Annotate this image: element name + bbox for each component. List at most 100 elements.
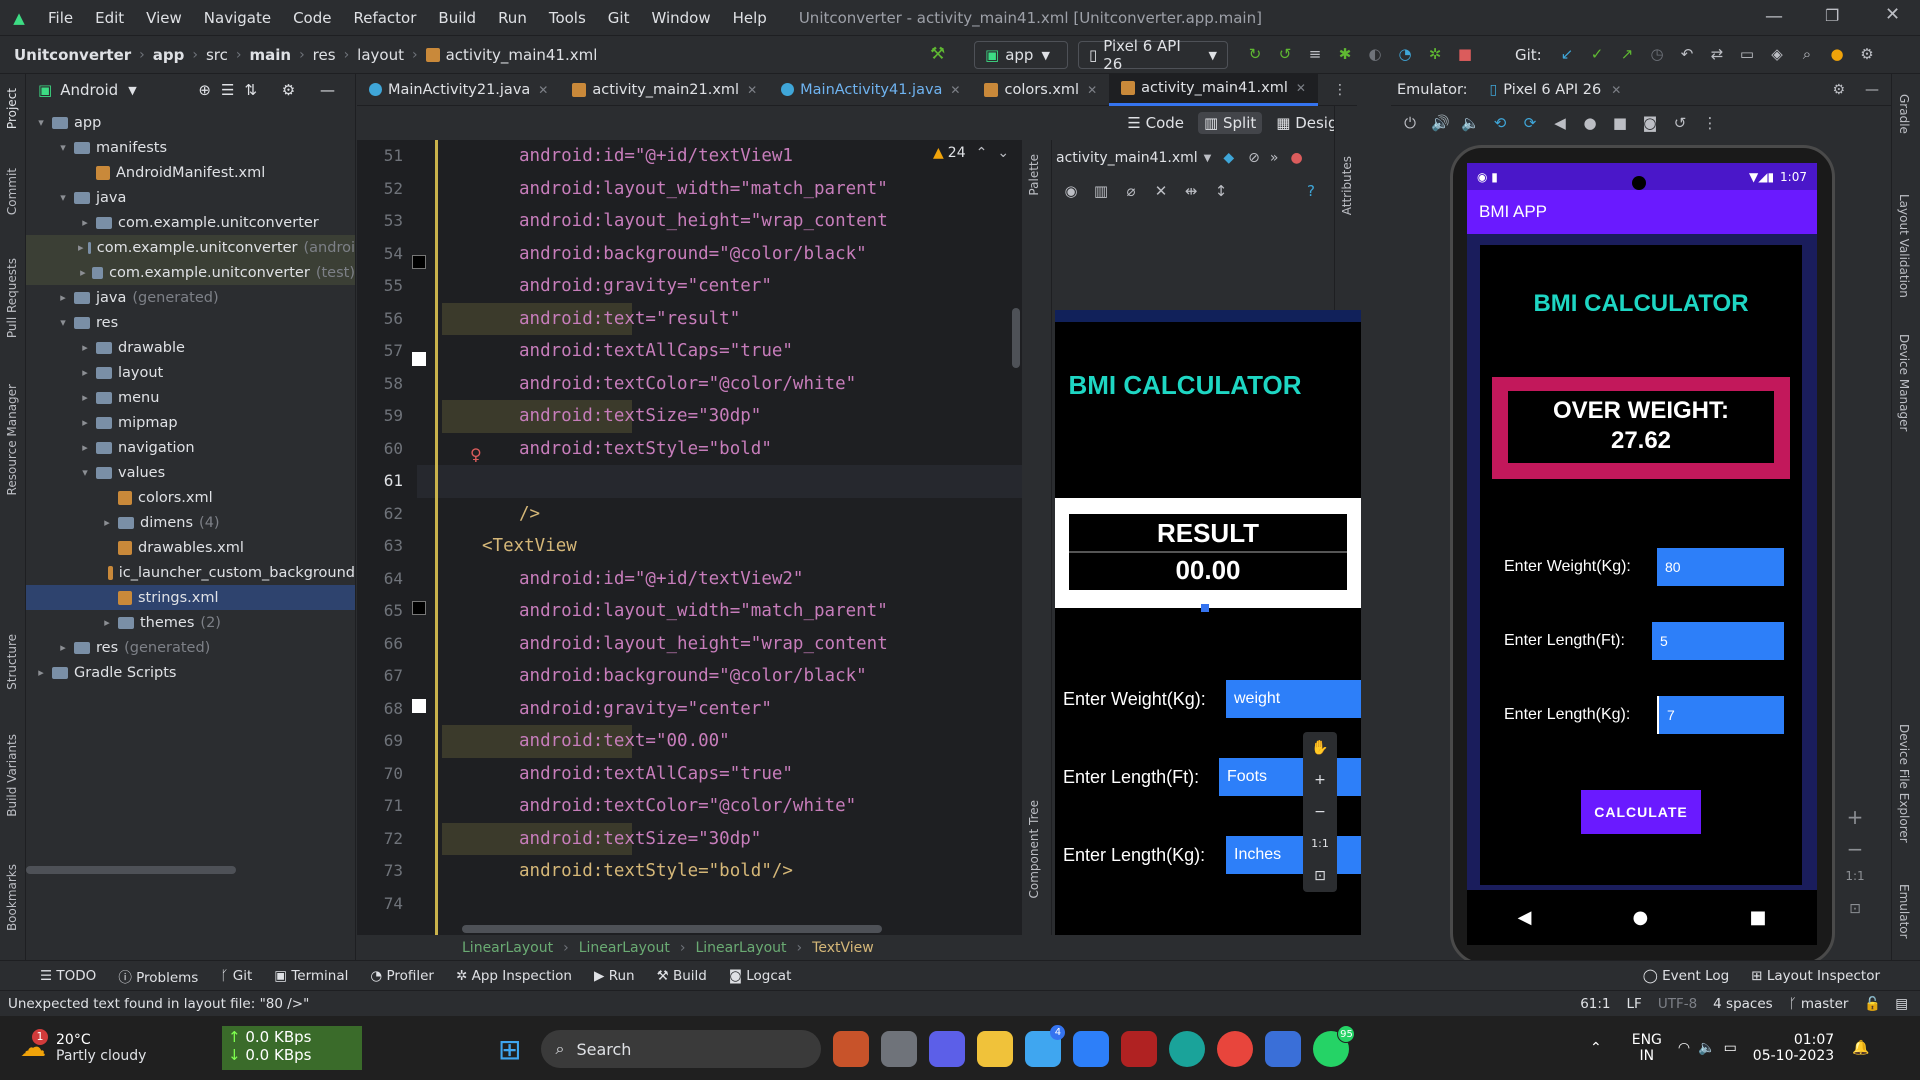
chevron-icon[interactable]: ▾: [56, 316, 70, 329]
git-update-icon[interactable]: ↙: [1558, 45, 1576, 63]
code-line[interactable]: android:textAllCaps="true": [442, 758, 1022, 791]
android-studio-app-icon[interactable]: [1265, 1031, 1302, 1067]
breadcrumb-res[interactable]: res: [313, 46, 336, 64]
tool-emulator[interactable]: Emulator: [1897, 884, 1911, 939]
tree-item[interactable]: ▸ navigation: [26, 435, 355, 460]
zoom-fit-icon[interactable]: ⊡: [1840, 901, 1870, 933]
menu-build[interactable]: Build: [438, 9, 476, 27]
tree-item[interactable]: ▸ com.example.unitconverter (androi: [26, 235, 355, 260]
home-icon[interactable]: ●: [1581, 114, 1599, 132]
breadcrumb-main[interactable]: main: [249, 46, 291, 64]
inspection-widget[interactable]: ▲ 24 ⌃ ⌄: [927, 145, 1016, 161]
tab-activity-main41[interactable]: activity_main41.xml ✕: [1109, 73, 1318, 106]
pack-horizontal-icon[interactable]: ⇹: [1182, 182, 1200, 200]
weather-widget[interactable]: ☁ 1 20°C Partly cloudy: [20, 1026, 146, 1070]
tree-item[interactable]: AndroidManifest.xml: [26, 160, 355, 185]
volume-down-icon[interactable]: 🔈: [1461, 114, 1480, 132]
help-icon[interactable]: ?: [1302, 182, 1320, 200]
horizontal-scrollbar[interactable]: [462, 925, 882, 933]
breadcrumb-src[interactable]: src: [206, 46, 228, 64]
pan-icon[interactable]: ✋: [1303, 732, 1337, 764]
chevron-icon[interactable]: ▸: [78, 366, 92, 379]
tree-item[interactable]: ▸ drawable: [26, 335, 355, 360]
indent-setting[interactable]: 4 spaces: [1713, 996, 1773, 1012]
device-select[interactable]: ▯ Pixel 6 API 26 ▼: [1078, 37, 1228, 73]
tool-component-tree[interactable]: Component Tree: [1027, 800, 1041, 898]
code-line[interactable]: android:background="@color/black": [442, 660, 1022, 693]
tool-attributes[interactable]: Attributes: [1340, 156, 1354, 215]
chevron-icon[interactable]: ▸: [100, 516, 114, 529]
speaker-icon[interactable]: 🔈: [1698, 1040, 1715, 1056]
menu-edit[interactable]: Edit: [95, 9, 124, 27]
power-icon[interactable]: ⏻: [1401, 114, 1419, 132]
code-line[interactable]: android:gravity="center": [442, 693, 1022, 726]
tool-project[interactable]: Project: [5, 88, 19, 129]
close-tab-icon[interactable]: ✕: [538, 83, 548, 97]
tree-item[interactable]: ▾ res: [26, 310, 355, 335]
more-options-icon[interactable]: ⋮: [1701, 114, 1719, 132]
tree-item[interactable]: colors.xml: [26, 485, 355, 510]
close-tab-icon[interactable]: ✕: [950, 83, 960, 97]
device-manager-icon[interactable]: ▭: [1738, 45, 1756, 63]
tree-item[interactable]: ▸ res (generated): [26, 635, 355, 660]
code-line[interactable]: android:textSize="30dp": [442, 400, 1022, 433]
debug-icon[interactable]: ✱: [1336, 45, 1354, 63]
tree-item[interactable]: ▸ dimens (4): [26, 510, 355, 535]
code-line[interactable]: android:textStyle="bold": [442, 433, 1022, 466]
tool-logcat[interactable]: ◙ Logcat: [729, 968, 792, 984]
menu-run[interactable]: Run: [498, 9, 527, 27]
xml-crumb-2[interactable]: LinearLayout: [579, 940, 670, 956]
inches-input[interactable]: 7: [1657, 696, 1784, 734]
rollback-icon[interactable]: ↶: [1678, 45, 1696, 63]
horizontal-scrollbar[interactable]: [26, 866, 236, 874]
chevron-icon[interactable]: ▸: [56, 291, 70, 304]
rotate-left-icon[interactable]: ⟲: [1491, 114, 1509, 132]
more-tabs-icon[interactable]: ⋮: [1333, 82, 1347, 98]
code-line[interactable]: android:background="@color/black": [442, 238, 1022, 271]
clock[interactable]: 01:07 05-10-2023: [1753, 1032, 1834, 1064]
tab-mainactivity21[interactable]: MainActivity21.java ✕: [357, 74, 560, 106]
menu-navigate[interactable]: Navigate: [204, 9, 271, 27]
tree-item[interactable]: ▾ app: [26, 110, 355, 135]
history-icon[interactable]: ◷: [1648, 45, 1666, 63]
zoom-out-icon[interactable]: −: [1840, 837, 1870, 869]
code-line[interactable]: android:layout_height="wrap_content: [442, 205, 1022, 238]
layout-file-select[interactable]: activity_main41.xml: [1056, 150, 1198, 166]
close-tab-icon[interactable]: ✕: [1296, 81, 1306, 95]
minimize-panel-icon[interactable]: —: [1865, 82, 1879, 98]
tree-item[interactable]: ▸ java (generated): [26, 285, 355, 310]
close-icon[interactable]: ✕: [1885, 4, 1900, 25]
snapshot-icon[interactable]: ↺: [1671, 114, 1689, 132]
tool-bookmarks[interactable]: Bookmarks: [5, 864, 19, 931]
file-explorer-icon[interactable]: [977, 1031, 1014, 1067]
eye-icon[interactable]: ◉: [1062, 182, 1080, 200]
hammer-icon[interactable]: ⚒: [930, 44, 945, 64]
tool-build[interactable]: ⚒ Build: [657, 968, 707, 984]
file-encoding[interactable]: UTF-8: [1658, 996, 1697, 1012]
sync-icon[interactable]: ⇄: [1708, 45, 1726, 63]
stop-icon[interactable]: ■: [1456, 45, 1474, 63]
tool-event-log[interactable]: ◯ Event Log: [1643, 968, 1729, 984]
preview-input-inches[interactable]: Inches: [1226, 836, 1361, 874]
code-line[interactable]: [442, 888, 1022, 921]
tool-problems[interactable]: ⓘ Problems: [118, 966, 198, 986]
update-icon[interactable]: ●: [1828, 45, 1846, 63]
apply-code-changes-icon[interactable]: ↺: [1276, 45, 1294, 63]
mail-icon[interactable]: 4: [1025, 1025, 1066, 1067]
xml-crumb-3[interactable]: LinearLayout: [695, 940, 786, 956]
chevron-icon[interactable]: ▸: [78, 241, 84, 254]
network-speed-widget[interactable]: ↑ 0.0 KBps ↓ 0.0 KBps: [222, 1026, 362, 1070]
tool-todo[interactable]: ☰ TODO: [40, 968, 96, 984]
zoom-in-icon[interactable]: +: [1840, 805, 1870, 837]
code-line[interactable]: android:id="@+id/textView2": [442, 563, 1022, 596]
tree-item[interactable]: drawables.xml: [26, 535, 355, 560]
layers-icon[interactable]: ◆: [1223, 150, 1234, 166]
tree-item[interactable]: ▸ themes (2): [26, 610, 355, 635]
code-line[interactable]: android:gravity="center": [442, 270, 1022, 303]
code-line[interactable]: [442, 465, 1022, 498]
back-icon[interactable]: ◀: [1551, 114, 1569, 132]
search-icon[interactable]: ⌕: [1798, 45, 1816, 63]
wifi-icon[interactable]: ◠: [1678, 1040, 1690, 1056]
overview-icon[interactable]: ■: [1611, 114, 1629, 132]
code-line[interactable]: />: [442, 498, 1022, 531]
